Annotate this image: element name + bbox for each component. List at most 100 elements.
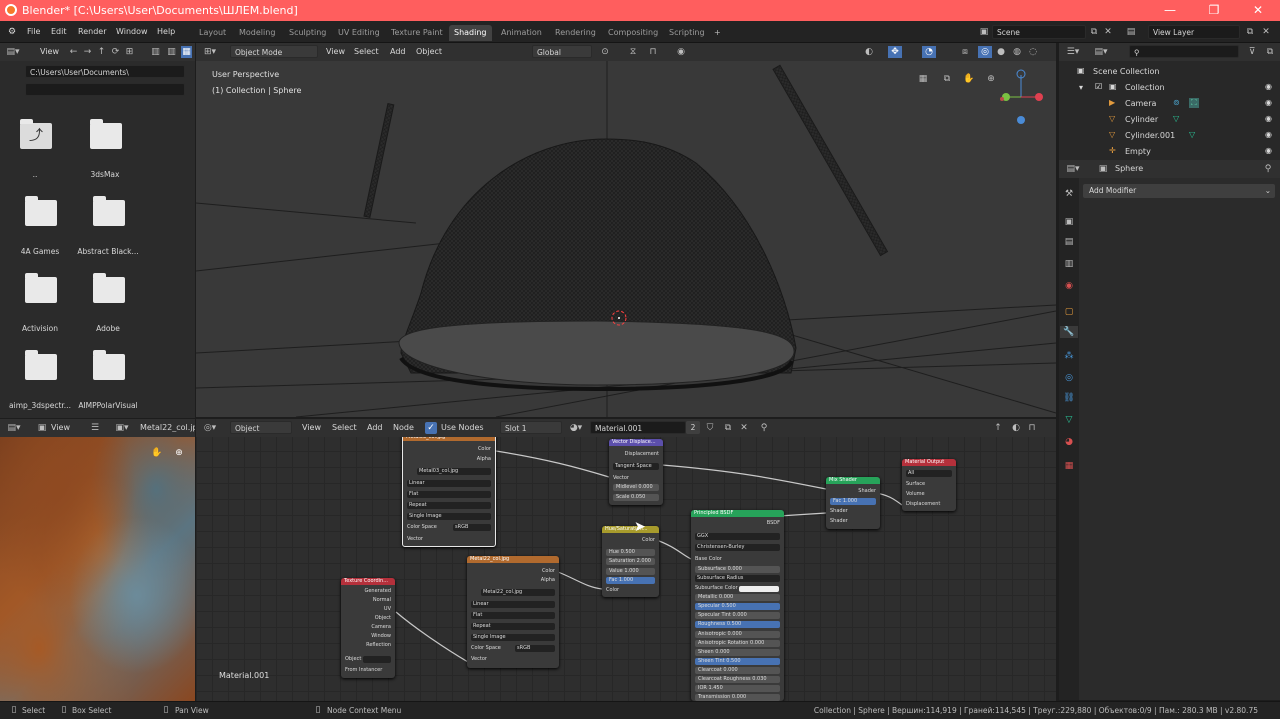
editor-type-icon[interactable]: ⊞▾	[202, 46, 218, 58]
folder-item[interactable]: 4A Games	[5, 196, 75, 276]
expand-chevron-icon[interactable]: ▾	[1079, 83, 1083, 92]
subsurface-field[interactable]: Subsurface 0.000	[695, 566, 780, 573]
projection-selector[interactable]: Flat	[407, 491, 491, 498]
shading-rendered-icon[interactable]: ◌	[1026, 46, 1040, 58]
clearcoat-roughness-field[interactable]: Clearcoat Roughness 0.030	[695, 676, 780, 683]
metallic-field[interactable]: Metallic 0.000	[695, 594, 780, 601]
image-texture-node-1[interactable]: Metal03_col.jpg Color Alpha Metal03_col.…	[402, 433, 496, 547]
pan-hand-icon[interactable]: ✋	[962, 73, 976, 85]
shader-node-editor[interactable]: ◎▾ Object View Select Add Node ✓ Use Nod…	[196, 419, 1056, 701]
editor-type-icon[interactable]: ▤▾	[6, 46, 20, 58]
folder-item[interactable]: Abstract Black...	[73, 196, 143, 276]
socket-volume-input[interactable]: Volume	[906, 491, 952, 498]
mix-shader-node[interactable]: Mix Shader Shader Fac 1.000 Shader Shade…	[826, 477, 880, 529]
node-menu-select[interactable]: Select	[332, 423, 357, 432]
subsurface-color-swatch[interactable]	[739, 586, 779, 592]
extension-selector[interactable]: Repeat	[407, 502, 491, 509]
principled-bsdf-node[interactable]: Principled BSDF BSDF GGX Christensen-Bur…	[691, 510, 784, 701]
socket-base-color[interactable]: Base Color	[695, 556, 780, 563]
new-folder-icon[interactable]: ⊞	[124, 46, 135, 58]
scale-field[interactable]: Scale 0.050	[613, 494, 659, 501]
parent-dir-icon[interactable]: ↑	[96, 46, 107, 58]
editor-type-icon[interactable]: ☰▾	[1065, 46, 1081, 58]
tab-rendering[interactable]: Rendering	[550, 25, 601, 41]
texture-image[interactable]	[0, 437, 195, 701]
midlevel-field[interactable]: Midlevel 0.000	[613, 484, 659, 491]
socket-vector-input[interactable]: Vector	[471, 656, 555, 663]
file-browser-view-menu[interactable]: View	[40, 47, 59, 56]
socket-displacement-input[interactable]: Displacement	[906, 501, 952, 508]
socket-normal-output[interactable]: Normal	[345, 597, 391, 604]
socket-surface-input[interactable]: Surface	[906, 481, 952, 488]
view-layer-new-icon[interactable]: ⧉	[1244, 26, 1256, 38]
back-arrow-icon[interactable]: ←	[68, 46, 79, 58]
list-view-icon[interactable]: ▥	[150, 46, 161, 58]
tab-shading[interactable]: Shading	[449, 25, 492, 41]
tab-uv-editing[interactable]: UV Editing	[333, 25, 385, 41]
snap-target-icon[interactable]: ⊓	[1026, 422, 1038, 434]
zoom-icon[interactable]: ⊕	[172, 447, 186, 459]
image-name-field[interactable]: Metal22_col.jp	[140, 423, 195, 432]
socket-color-output[interactable]: Color	[606, 537, 655, 544]
projection-selector[interactable]: Flat	[471, 612, 555, 619]
particles-tab-icon[interactable]: ⁂	[1062, 350, 1076, 362]
roughness-field[interactable]: Roughness 0.500	[695, 621, 780, 628]
viewport-menu-select[interactable]: Select	[354, 47, 379, 56]
sheen-tint-field[interactable]: Sheen Tint 0.500	[695, 658, 780, 665]
socket-vector-input[interactable]: Vector	[407, 536, 491, 543]
snap-target-icon[interactable]: ⊓	[646, 46, 660, 58]
object-tab-icon[interactable]: ▢	[1062, 306, 1076, 318]
3d-viewport[interactable]: ⊞▾ Object Mode View Select Add Object Gl…	[196, 43, 1056, 417]
blender-menu-icon[interactable]: ⚙	[6, 26, 18, 38]
socket-alpha-output[interactable]: Alpha	[471, 577, 555, 584]
outliner-row-cylinder[interactable]: ▽ Cylinder ▽ ◉	[1059, 114, 1280, 130]
source-selector[interactable]: Single Image	[407, 513, 491, 520]
mode-selector[interactable]: Object Mode	[230, 45, 318, 58]
from-instancer-checkbox[interactable]: From Instancer	[345, 667, 391, 674]
maximize-button[interactable]: ❐	[1192, 0, 1236, 21]
editor-type-icon[interactable]: ▤▾	[1065, 163, 1081, 175]
outliner-row-cylinder-001[interactable]: ▽ Cylinder.001 ▽ ◉	[1059, 130, 1280, 146]
editor-type-icon[interactable]: ▤▾	[6, 422, 22, 434]
forward-arrow-icon[interactable]: →	[82, 46, 93, 58]
image-mode-icon[interactable]: ▣	[36, 422, 48, 434]
clearcoat-field[interactable]: Clearcoat 0.000	[695, 667, 780, 674]
texture-tab-icon[interactable]: ▦	[1062, 460, 1076, 472]
socket-object-output[interactable]: Object	[345, 615, 391, 622]
pivot-icon[interactable]: ⊙	[598, 46, 612, 58]
physics-tab-icon[interactable]: ◎	[1062, 372, 1076, 384]
viewport-menu-view[interactable]: View	[326, 47, 345, 56]
fake-user-shield-icon[interactable]: ⛉	[704, 422, 716, 434]
texture-coordinate-node[interactable]: Texture Coordin... Generated Normal UV O…	[341, 578, 395, 678]
scene-remove-icon[interactable]: ✕	[1102, 26, 1114, 38]
hamburger-menu-icon[interactable]: ☰	[88, 422, 102, 434]
socket-bsdf-output[interactable]: BSDF	[695, 520, 780, 527]
eye-icon[interactable]: ◉	[1265, 130, 1272, 139]
distribution-selector[interactable]: GGX	[695, 533, 780, 540]
tab-animation[interactable]: Animation	[496, 25, 547, 41]
menu-help[interactable]: Help	[157, 27, 175, 36]
image-selector[interactable]: Metal03_col.jpg	[417, 468, 491, 475]
subsurface-radius-selector[interactable]: Subsurface Radius	[695, 575, 780, 582]
interpolation-selector[interactable]: Linear	[471, 601, 555, 608]
use-nodes-checkbox[interactable]: ✓	[425, 422, 437, 434]
new-collection-icon[interactable]: ⧉	[1263, 46, 1277, 58]
parent-node-tree-icon[interactable]: ↑	[992, 422, 1004, 434]
space-selector[interactable]: Tangent Space	[613, 463, 659, 470]
render-tab-icon[interactable]: ▣	[1062, 216, 1076, 228]
socket-window-output[interactable]: Window	[345, 633, 391, 640]
filter-icon[interactable]: ⊽	[1245, 46, 1259, 58]
socket-reflection-output[interactable]: Reflection	[345, 642, 391, 649]
add-workspace-button[interactable]: +	[709, 25, 726, 41]
material-output-node[interactable]: Material Output All Surface Volume Displ…	[902, 459, 956, 511]
gizmo-x-icon[interactable]	[1035, 93, 1043, 101]
vector-displacement-node[interactable]: Vector Displace... Displacement Tangent …	[609, 439, 663, 505]
socket-color-input[interactable]: Color	[606, 587, 655, 594]
material-name-field[interactable]: Material.001	[590, 421, 686, 434]
eye-icon[interactable]: ◉	[1265, 114, 1272, 123]
visibility-icon[interactable]: ◐	[862, 46, 876, 58]
fac-field[interactable]: Fac 1.000	[830, 498, 876, 505]
material-browse-icon[interactable]: ◕▾	[568, 422, 584, 434]
shading-solid-icon[interactable]: ●	[994, 46, 1008, 58]
target-selector[interactable]: All	[906, 470, 952, 477]
